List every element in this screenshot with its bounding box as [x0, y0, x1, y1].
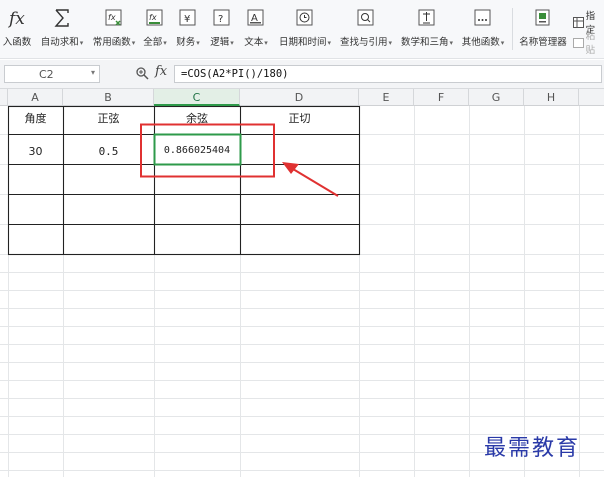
- column-header-d[interactable]: D: [240, 89, 359, 106]
- date-time-label: 日期和时间: [278, 37, 327, 48]
- grid-lines: [0, 106, 604, 477]
- autosum-button[interactable]: 自动求和▾: [38, 4, 86, 56]
- column-header-g[interactable]: G: [469, 89, 524, 106]
- function-all-icon: fx: [145, 8, 165, 28]
- column-header-next[interactable]: [579, 89, 604, 106]
- text-label: 文本: [244, 37, 264, 48]
- logic-label: 逻辑: [210, 37, 230, 48]
- logic-button[interactable]: ? 逻辑▾: [208, 4, 236, 56]
- column-header-b[interactable]: B: [63, 89, 154, 106]
- column-header-a[interactable]: A: [8, 89, 63, 106]
- date-time-button[interactable]: 日期和时间▾: [277, 4, 333, 56]
- formula-ribbon: fx 入函数 自动求和▾ fx 常用函数▾ fx 全部▾ ¥ 财务▾ ? 逻辑▾: [0, 0, 604, 59]
- name-manager-label: 名称管理器: [519, 37, 567, 48]
- cell-c1[interactable]: 余弦: [154, 110, 240, 126]
- fx-icon[interactable]: fx: [155, 64, 167, 79]
- fx-icon: fx: [7, 8, 27, 28]
- insert-function-label: 入函数: [2, 37, 32, 48]
- name-manager-button[interactable]: 名称管理器: [518, 4, 568, 56]
- more-functions-icon: [473, 8, 493, 28]
- other-functions-button[interactable]: 其他函数▾: [460, 4, 506, 56]
- all-functions-button[interactable]: fx 全部▾: [141, 4, 169, 56]
- name-box[interactable]: C2 ▾: [4, 65, 100, 83]
- svg-text:fx: fx: [108, 13, 116, 22]
- cell-a2[interactable]: 30: [8, 145, 63, 158]
- yen-icon: ¥: [178, 8, 198, 28]
- text-icon: A: [246, 8, 266, 28]
- column-header-c[interactable]: C: [154, 89, 240, 106]
- lookup-reference-button[interactable]: 查找与引用▾: [338, 4, 394, 56]
- paste-name-label: 粘贴: [585, 31, 596, 56]
- table-icon: [573, 16, 584, 28]
- paste-name-button[interactable]: 粘贴: [573, 28, 604, 56]
- autosum-label: 自动求和: [40, 37, 79, 48]
- cell-c2[interactable]: 0.866025404: [154, 145, 240, 156]
- svg-text:?: ?: [218, 14, 223, 25]
- annotation-arrow: [292, 168, 339, 197]
- cell-b1[interactable]: 正弦: [63, 110, 154, 126]
- svg-text:fx: fx: [149, 13, 157, 22]
- math-trig-button[interactable]: 数学和三角▾: [399, 4, 455, 56]
- cell-b2[interactable]: 0.5: [63, 145, 154, 158]
- finance-label: 财务: [176, 37, 196, 48]
- lookup-icon: [356, 8, 376, 28]
- finance-button[interactable]: ¥ 财务▾: [174, 4, 202, 56]
- other-functions-label: 其他函数: [461, 37, 500, 48]
- svg-text:fx: fx: [7, 9, 25, 28]
- math-icon: [417, 8, 437, 28]
- function-star-icon: fx: [104, 8, 124, 28]
- common-functions-label: 常用函数: [92, 37, 131, 48]
- watermark-logo: 最需教育: [484, 436, 581, 461]
- corner-header[interactable]: [0, 89, 8, 106]
- ribbon-separator: [512, 8, 513, 50]
- sigma-icon: [52, 8, 72, 28]
- formula-bar: C2 ▾ fx =COS(A2*PI()/180): [0, 60, 604, 89]
- math-trig-label: 数学和三角: [400, 37, 449, 48]
- cell-a1[interactable]: 角度: [8, 110, 63, 126]
- formula-input[interactable]: =COS(A2*PI()/180): [174, 65, 602, 83]
- spreadsheet-grid[interactable]: A B C D E F G H 角度 正弦 余弦 正切 30 0.5 0.866…: [0, 89, 604, 477]
- name-manager-icon: [533, 8, 553, 28]
- name-box-value: C2: [39, 68, 54, 81]
- all-functions-label: 全部: [143, 37, 163, 48]
- cell-d1[interactable]: 正切: [240, 110, 359, 126]
- svg-text:¥: ¥: [184, 14, 190, 25]
- column-header-e[interactable]: E: [359, 89, 414, 106]
- common-functions-button[interactable]: fx 常用函数▾: [90, 4, 138, 56]
- zoom-icon[interactable]: [135, 66, 149, 80]
- insert-function-button[interactable]: fx 入函数: [0, 4, 34, 56]
- column-header-f[interactable]: F: [414, 89, 469, 106]
- lookup-reference-label: 查找与引用: [339, 37, 388, 48]
- text-button[interactable]: A 文本▾: [242, 4, 270, 56]
- chevron-down-icon[interactable]: ▾: [91, 68, 95, 77]
- column-header-h[interactable]: H: [524, 89, 579, 106]
- clock-icon: [295, 8, 315, 28]
- logic-icon: ?: [212, 8, 232, 28]
- paste-icon: [573, 37, 584, 48]
